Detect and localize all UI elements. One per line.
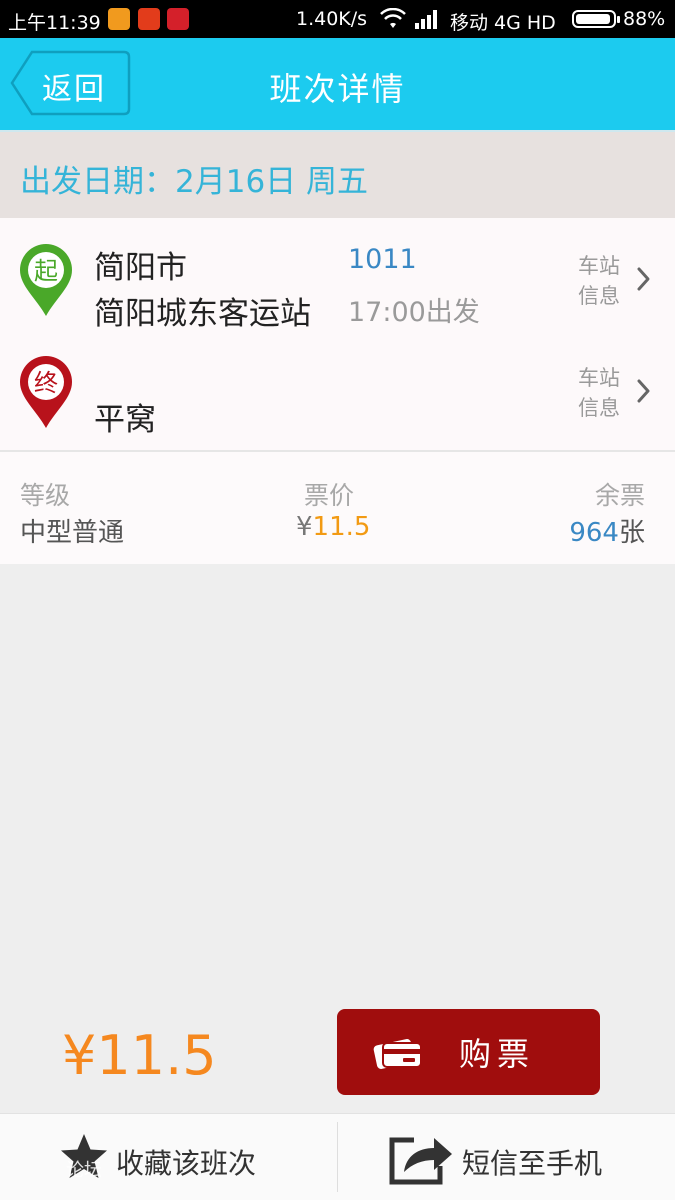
start-marker-text: 起 [34,257,58,285]
remaining-value: 964张 [569,512,645,549]
taobao-app-icon [138,8,160,30]
station-info-label-line2: 信息 [578,396,620,420]
battery-icon [572,10,620,28]
departure-date-bar: 出发日期：2月16日 周五 [0,130,675,218]
buy-ticket-button[interactable]: 购票 [337,1009,600,1095]
sms-to-phone-button[interactable]: 短信至手机 [338,1114,675,1200]
grade-value: 中型普通 [20,518,125,548]
battery-percent: 88% [623,8,666,30]
bottom-action-bar: 论坛 收藏该班次 短信至手机 [0,1113,675,1200]
station-info-label-line1: 车站 [578,366,620,390]
chevron-right-icon [637,379,650,403]
signal-icon [415,10,437,29]
carrier-label: 移动 4G HD [450,12,556,34]
end-city: 平窝 [94,402,156,438]
departure-date: 出发日期：2月16日 周五 [20,164,369,200]
notification-app-icon [108,8,130,30]
watermark-text: 论坛 [66,1160,102,1181]
start-station: 简阳城东客运站 [94,296,311,332]
bus-number: 1011 [348,244,417,275]
sms-label: 短信至手机 [462,1147,603,1180]
price-amount: 11.5 [312,512,371,542]
shopping-app-icon [167,8,189,30]
remaining-count: 964 [569,518,619,548]
price-currency: ¥ [296,512,313,542]
start-station-info-button[interactable]: 车站 信息 [578,250,658,320]
end-pin-icon: 终 [20,356,72,428]
favorite-label: 收藏该班次 [116,1147,257,1180]
buy-button-label: 购票 [459,1035,536,1073]
price-value: ¥11.5 [296,512,370,542]
start-city: 简阳市 [94,250,187,286]
total-price: ¥11.5 [62,1024,217,1087]
ticket-info-card: 等级 中型普通 票价 ¥11.5 余票 964张 [0,452,675,564]
status-time: 上午11:39 [8,12,101,34]
station-info-label-line2: 信息 [578,284,620,308]
grade-label: 等级 [20,481,71,510]
page-title: 班次详情 [269,70,406,108]
favorite-trip-button[interactable]: 论坛 收藏该班次 [0,1114,337,1200]
chevron-right-icon [637,267,650,291]
end-marker-text: 终 [34,369,58,397]
price-label: 票价 [304,481,355,510]
status-bar: 上午11:39 1.40K/s 移动 4G HD 88% [0,0,675,38]
departure-time: 17:00出发 [348,297,480,328]
network-speed: 1.40K/s [296,8,368,30]
share-icon [389,1137,452,1185]
route-card: 起 简阳市 简阳城东客运站 1011 17:00出发 车站 信息 终 平窝 车站… [0,218,675,452]
end-station-info-button[interactable]: 车站 信息 [578,362,658,432]
wifi-icon [380,8,406,28]
remaining-label: 余票 [594,481,645,510]
station-info-label-line1: 车站 [578,254,620,278]
remaining-unit: 张 [618,518,645,548]
app-header: 返回 班次详情 [0,38,675,130]
start-pin-icon: 起 [20,244,72,316]
wallet-card-icon [373,1039,422,1069]
